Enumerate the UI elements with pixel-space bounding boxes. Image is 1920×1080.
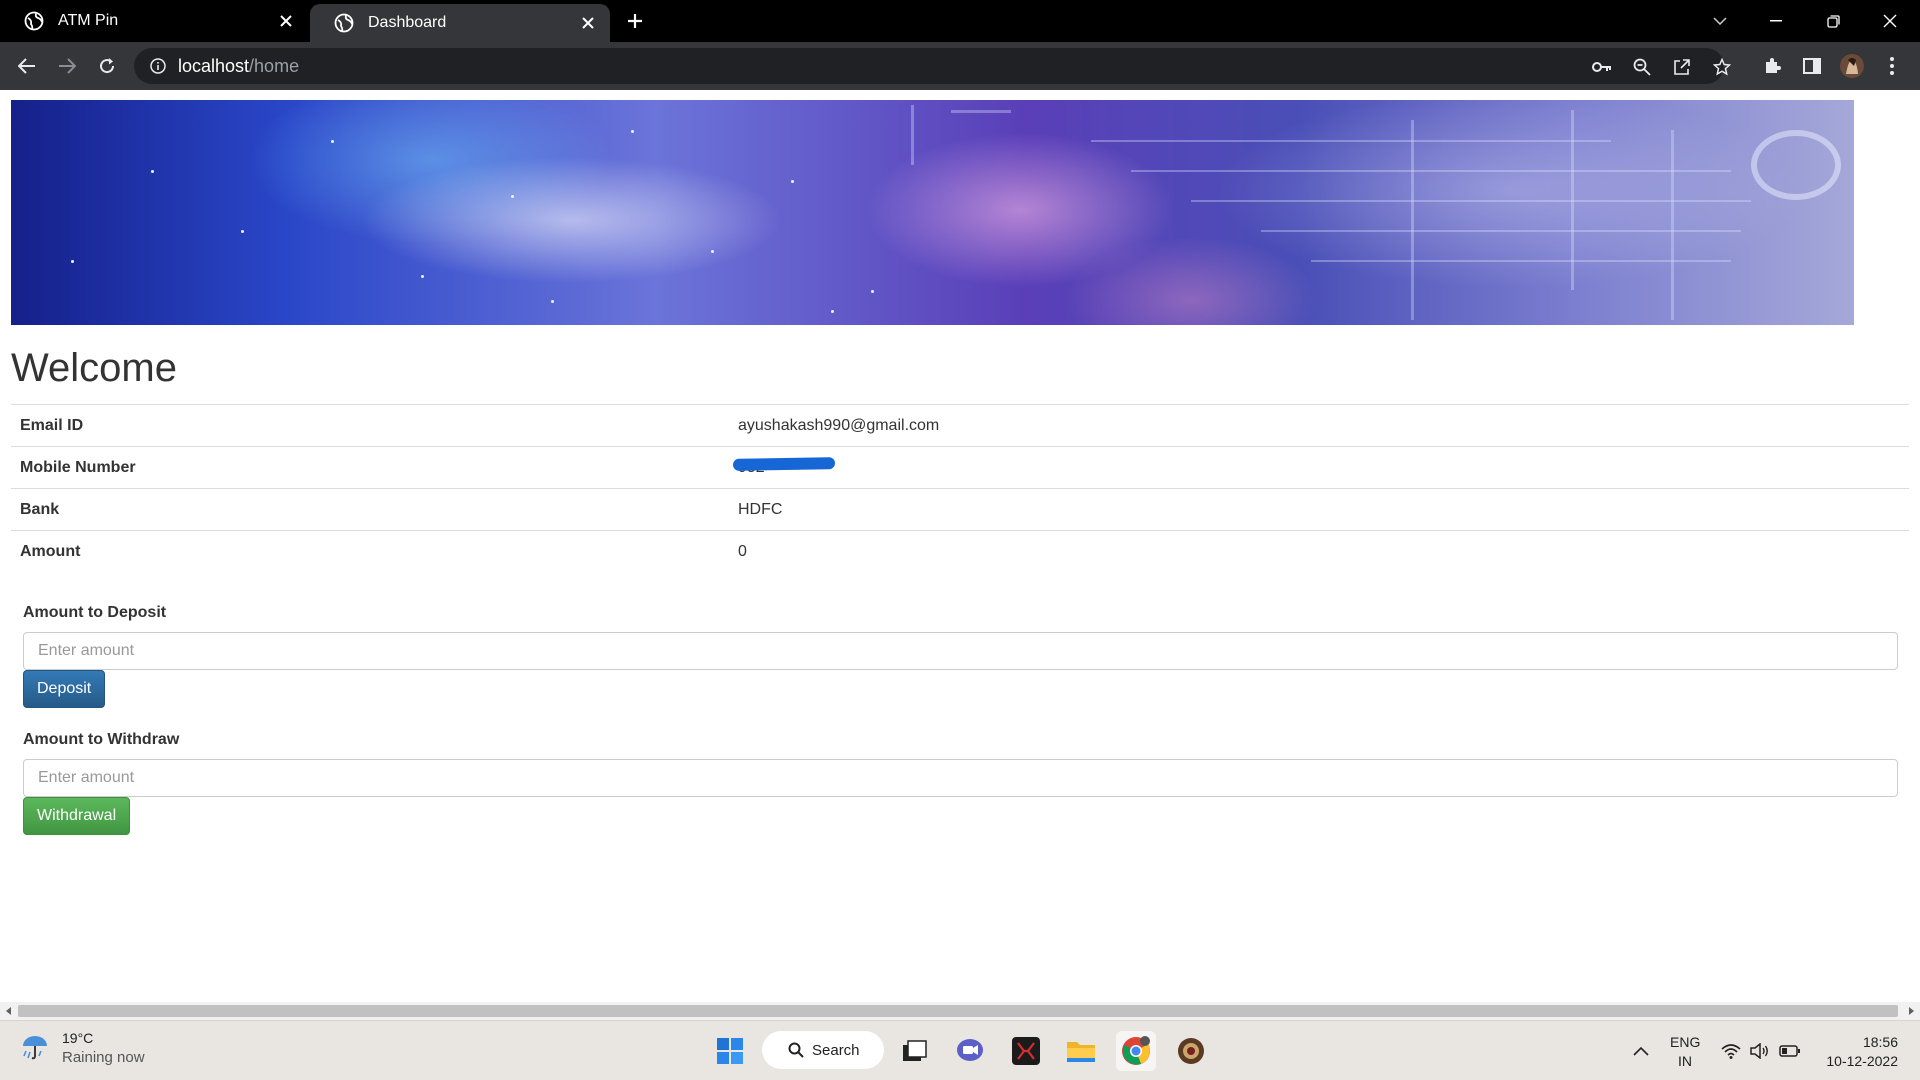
share-icon[interactable] <box>1671 56 1693 78</box>
url-path: /home <box>249 55 300 76</box>
restore-icon[interactable] <box>1805 0 1861 42</box>
bookmark-star-icon[interactable] <box>1711 56 1733 78</box>
weather-temperature: 19°C <box>62 1030 94 1046</box>
tab-title: ATM Pin <box>58 12 119 29</box>
browser-tab-bar: ATM Pin Dashboard <box>0 0 1920 42</box>
file-explorer-icon[interactable] <box>1061 1031 1101 1071</box>
page-content: Welcome Email ID ayushakash990@gmail.com… <box>0 90 1920 1002</box>
deposit-button[interactable]: Deposit <box>23 670 106 708</box>
side-panel-icon[interactable] <box>1800 54 1824 78</box>
time: 18:56 <box>1862 1034 1898 1050</box>
zoom-icon[interactable] <box>1631 56 1653 78</box>
close-icon[interactable] <box>274 9 298 33</box>
mobile-label: Mobile Number <box>11 446 729 489</box>
withdraw-label: Amount to Withdraw <box>23 731 180 748</box>
key-icon[interactable] <box>1591 56 1613 78</box>
bank-label: Bank <box>11 488 729 531</box>
table-row: Bank HDFC <box>11 488 1909 531</box>
page-title: Welcome <box>11 346 177 390</box>
chrome-icon[interactable] <box>1116 1031 1156 1071</box>
email-label: Email ID <box>11 404 729 447</box>
tab-search-chevron-down-icon[interactable] <box>1692 0 1748 42</box>
url-host: localhost <box>178 55 250 76</box>
window-close-icon[interactable] <box>1862 0 1918 42</box>
scroll-right-icon[interactable] <box>1906 1006 1916 1016</box>
teams-chat-icon[interactable] <box>950 1031 990 1071</box>
withdraw-amount-input[interactable] <box>23 759 1898 797</box>
scroll-left-icon[interactable] <box>4 1006 14 1016</box>
tab-atm-pin[interactable]: ATM Pin <box>0 0 308 42</box>
tab-dashboard[interactable]: Dashboard <box>310 4 610 42</box>
browser-toolbar: localhost/home <box>0 42 1920 90</box>
taskbar: 19°C Raining now Search ENG IN 18:56 10-… <box>0 1020 1920 1080</box>
back-arrow-icon[interactable] <box>13 52 41 80</box>
bank-value: HDFC <box>729 488 1909 531</box>
app-emblem-icon[interactable] <box>1171 1031 1211 1071</box>
table-row: Email ID ayushakash990@gmail.com <box>11 404 1909 447</box>
date: 10-12-2022 <box>1826 1053 1898 1069</box>
amount-label: Amount <box>11 530 729 573</box>
deposit-label: Amount to Deposit <box>23 604 167 621</box>
windows-start-icon[interactable] <box>710 1031 750 1071</box>
site-info-icon[interactable] <box>150 58 166 74</box>
withdraw-button[interactable]: Withdrawal <box>23 797 131 835</box>
email-value: ayushakash990@gmail.com <box>729 404 1909 447</box>
weather-widget[interactable]: 19°C Raining now <box>20 1029 145 1067</box>
region-code: IN <box>1678 1053 1692 1069</box>
forward-arrow-icon[interactable] <box>53 52 81 80</box>
menu-kebab-icon[interactable] <box>1880 54 1904 78</box>
amount-value: 0 <box>729 530 1909 573</box>
reload-icon[interactable] <box>93 52 121 80</box>
app-icon[interactable] <box>1006 1031 1046 1071</box>
account-details-table: Email ID ayushakash990@gmail.com Mobile … <box>11 404 1909 573</box>
address-bar[interactable]: localhost/home <box>134 48 1731 84</box>
minimize-icon[interactable] <box>1748 0 1804 42</box>
clock[interactable]: 18:56 10-12-2022 <box>1818 1033 1898 1071</box>
horizontal-scrollbar[interactable] <box>0 1002 1920 1020</box>
language-code: ENG <box>1670 1034 1701 1050</box>
battery-icon[interactable] <box>1779 1040 1801 1062</box>
banner-image <box>11 100 1854 325</box>
close-icon[interactable] <box>576 11 600 35</box>
chevron-up-icon[interactable] <box>1630 1040 1652 1062</box>
deposit-amount-input[interactable] <box>23 632 1898 670</box>
mobile-value: 952 <box>729 446 1909 489</box>
globe-icon <box>24 11 44 31</box>
new-tab-button[interactable] <box>622 8 648 34</box>
profile-avatar-icon[interactable] <box>1840 54 1864 78</box>
weather-description: Raining now <box>62 1049 145 1066</box>
search-label: Search <box>812 1041 860 1059</box>
search-icon <box>788 1042 804 1058</box>
taskbar-search[interactable]: Search <box>762 1031 884 1069</box>
redaction-mark <box>732 457 836 471</box>
extensions-puzzle-icon[interactable] <box>1760 54 1784 78</box>
rain-umbrella-icon <box>20 1031 50 1066</box>
volume-icon[interactable] <box>1749 1040 1771 1062</box>
globe-icon <box>334 13 354 33</box>
scrollbar-thumb[interactable] <box>18 1005 1898 1017</box>
wifi-icon[interactable] <box>1720 1040 1742 1062</box>
table-row: Amount 0 <box>11 530 1909 573</box>
tab-title: Dashboard <box>368 14 447 31</box>
task-view-icon[interactable] <box>895 1031 935 1071</box>
language-indicator[interactable]: ENG IN <box>1670 1033 1700 1071</box>
table-row: Mobile Number 952 <box>11 446 1909 489</box>
